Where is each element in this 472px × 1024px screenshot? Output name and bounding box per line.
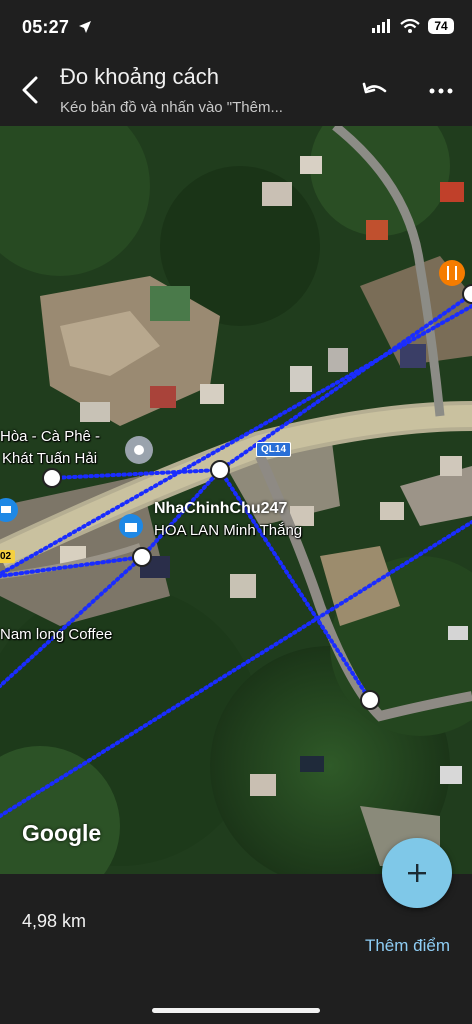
road-badge-left: 02 xyxy=(0,550,16,563)
road-badge-ql14: QL14 xyxy=(256,442,292,457)
watermark: NhaChinhChu247 xyxy=(154,500,288,517)
map-label-nam-long-coffee[interactable]: Nam long Coffee xyxy=(0,626,112,643)
satellite-map[interactable]: Hòa - Cà Phê - Khát Tuấn Hải HOA LAN Min… xyxy=(0,126,472,874)
distance-value: 4,98 km xyxy=(22,911,87,931)
back-arrow-icon xyxy=(22,76,38,104)
location-arrow-icon xyxy=(79,21,91,33)
google-logo: Google xyxy=(22,820,102,846)
status-indicators: 74 xyxy=(372,18,454,34)
back-button[interactable] xyxy=(14,74,46,106)
status-time: 05:27 xyxy=(22,17,70,37)
more-options-button[interactable] xyxy=(424,76,458,106)
map-label-cafe-line1[interactable]: Hòa - Cà Phê - xyxy=(0,428,100,445)
map-label-hoa-lan[interactable]: HOA LAN Minh Thắng xyxy=(154,522,302,539)
undo-button[interactable] xyxy=(358,76,392,106)
restaurant-pin-icon[interactable] xyxy=(439,260,465,286)
shopping-bag-pin-icon[interactable] xyxy=(119,514,143,538)
add-point-fab[interactable] xyxy=(382,838,452,908)
cafe-pin-icon[interactable] xyxy=(125,436,153,464)
more-dots-icon xyxy=(429,88,453,94)
app-header: Đo khoảng cách Kéo bản đồ và nhấn vào "T… xyxy=(0,56,472,126)
signal-icon xyxy=(372,19,390,33)
add-point-button[interactable]: Thêm điểm xyxy=(365,936,450,956)
battery-indicator: 74 xyxy=(428,18,454,34)
wifi-icon xyxy=(400,19,420,33)
plus-icon xyxy=(408,864,426,882)
undo-icon xyxy=(362,82,387,94)
page-title: Đo khoảng cách xyxy=(60,64,219,89)
page-subtitle: Kéo bản đồ và nhấn vào "Thêm... xyxy=(60,99,283,116)
home-indicator xyxy=(152,1008,320,1013)
map-label-cafe-line2[interactable]: Khát Tuấn Hải xyxy=(2,450,97,467)
status-bar: 05:27 74 xyxy=(0,0,472,56)
